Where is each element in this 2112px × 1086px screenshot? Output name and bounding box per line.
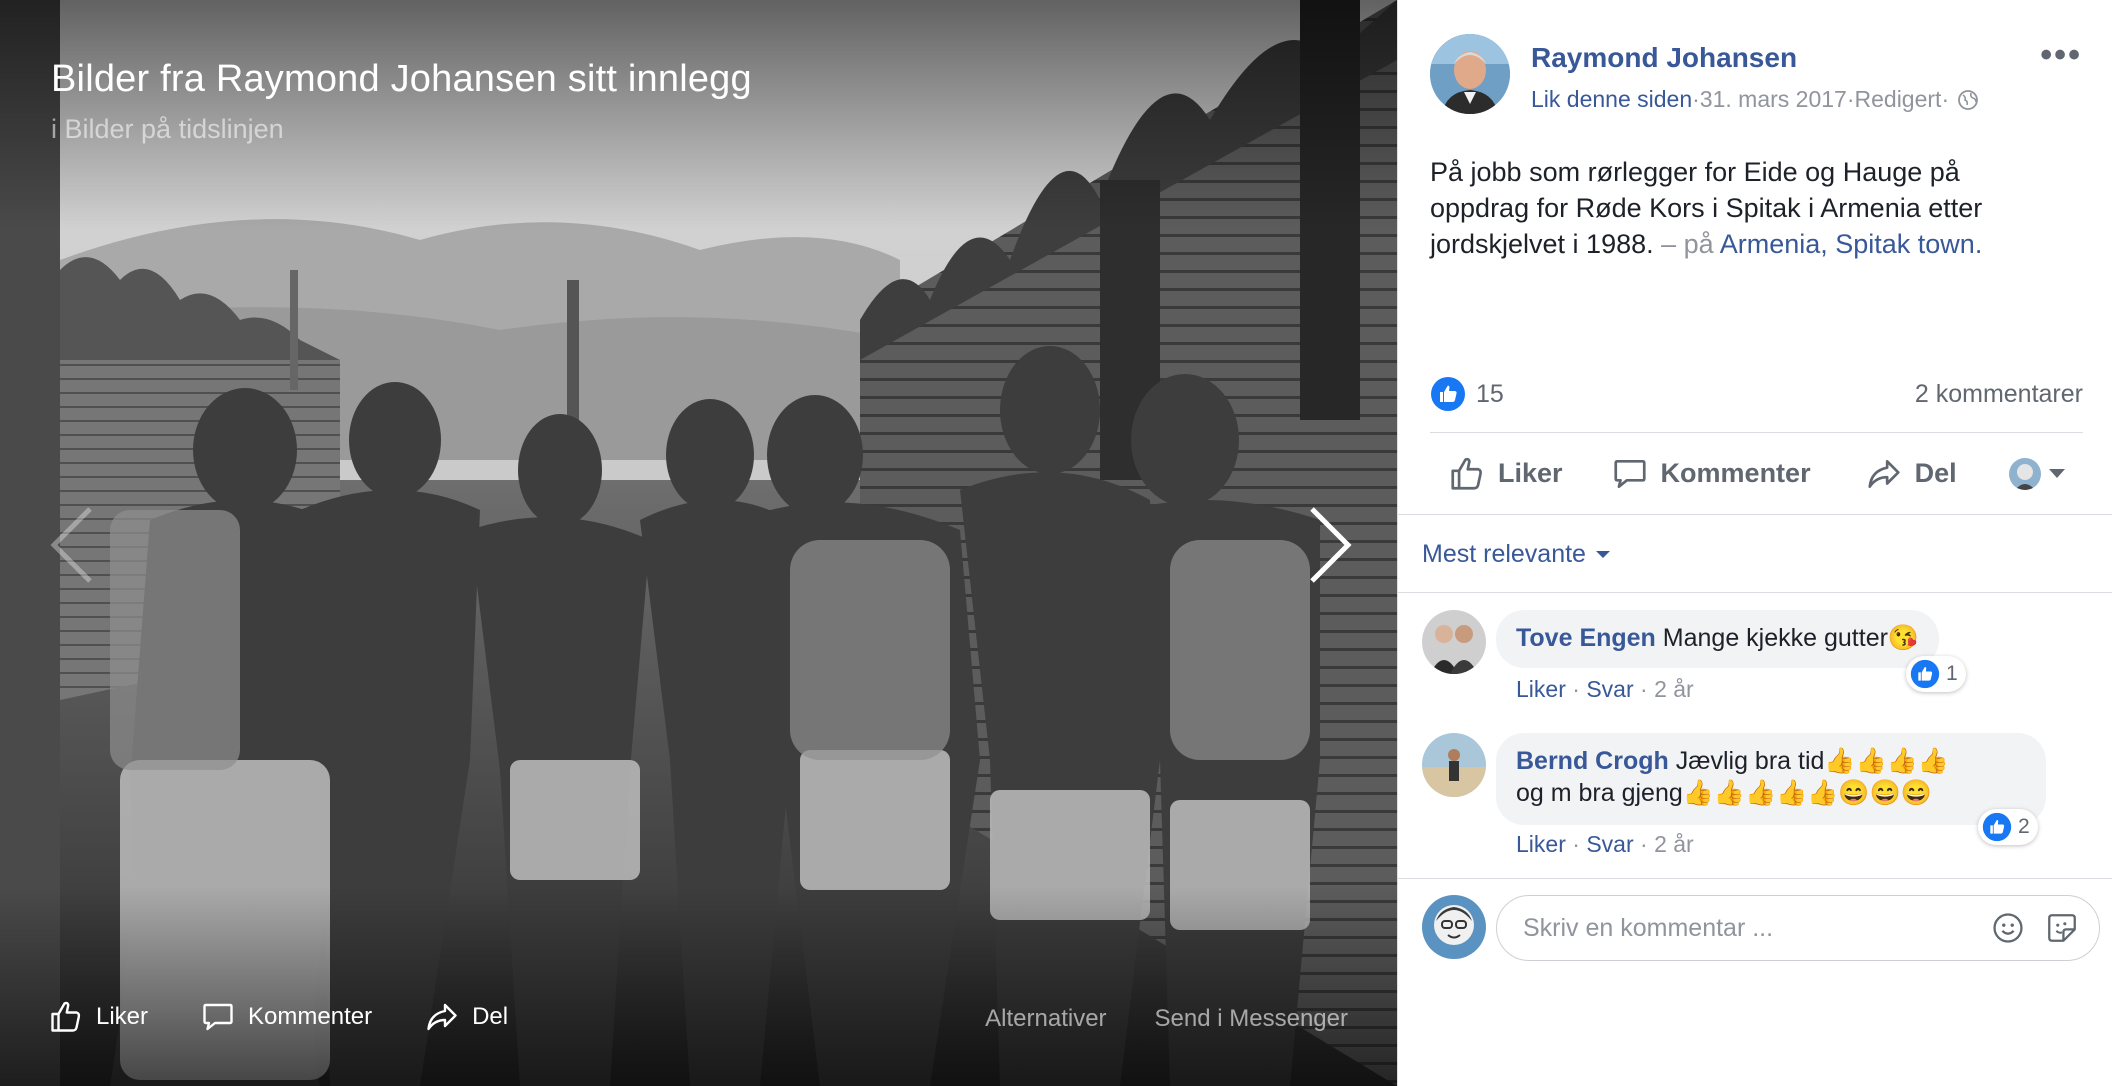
sticker-icon[interactable] (2045, 911, 2079, 945)
caret-down-icon (2049, 469, 2065, 478)
like-count-button[interactable]: 15 (1430, 376, 1504, 412)
link-separator: · (1633, 676, 1655, 702)
comment-actions: Liker · Svar · 2 år (1516, 676, 1694, 703)
photo-viewer: Bilder fra Raymond Johansen sitt innlegg… (0, 0, 1397, 1086)
like-button[interactable]: Liker (1448, 455, 1563, 493)
post-text: På jobb som rørlegger for Eide og Hauge … (1430, 154, 2060, 262)
commenter-name-link[interactable]: Bernd Crogh (1516, 747, 1669, 775)
link-separator: · (1633, 831, 1655, 857)
share-icon (427, 1003, 457, 1031)
comment-count-link[interactable]: 2 kommentarer (1915, 380, 2083, 409)
post-meta: Lik denne siden · 31. mars 2017 · Redige… (1531, 86, 1979, 113)
comment-age[interactable]: 2 år (1654, 831, 1694, 857)
comment-text-line-2: og m bra gjeng👍👍👍👍👍😄😄😄 (1516, 779, 1932, 807)
like-count: 15 (1476, 379, 1504, 408)
reaction-count: 2 (2018, 815, 2030, 838)
post-panel: Raymond Johansen Lik denne siden · 31. m… (1397, 0, 2112, 1086)
comment-icon (1613, 459, 1646, 488)
options-button[interactable]: Alternativer (985, 1005, 1106, 1033)
commenter-avatar[interactable] (1422, 610, 1486, 674)
comment-composer (1496, 895, 2100, 961)
commenter-name-link[interactable]: Tove Engen (1516, 624, 1656, 652)
reactions-summary: 15 2 kommentarer (1430, 372, 2083, 416)
viewer-comment-label: Kommenter (248, 1003, 373, 1030)
comment-like-link[interactable]: Liker (1516, 831, 1566, 857)
meta-separator: · (1846, 86, 1855, 112)
like-label: Liker (1498, 458, 1563, 488)
comment-actions: Liker · Svar · 2 år (1516, 831, 1694, 858)
comment-text-line-1: Jævlig bra tid👍👍👍👍 (1675, 747, 1949, 775)
viewer-like-button[interactable]: Liker (48, 999, 148, 1035)
viewer-comment-button[interactable]: Kommenter (200, 999, 372, 1035)
comment-bubble: Bernd Crogh Jævlig bra tid👍👍👍👍 og m bra … (1496, 733, 2046, 825)
viewer-avatar-small (2009, 457, 2041, 490)
viewer-title: Bilder fra Raymond Johansen sitt innlegg (51, 58, 752, 100)
meta-separator: · (1941, 86, 1950, 112)
like-reaction-icon (1982, 812, 2012, 842)
location-link[interactable]: Armenia, Spitak town. (1720, 229, 1983, 259)
comment-button[interactable]: Kommenter (1611, 455, 1811, 493)
comment-input[interactable] (1523, 913, 1971, 943)
viewer-like-label: Liker (96, 1003, 149, 1030)
divider (1398, 514, 2112, 515)
comment-reaction-count[interactable]: 2 (1978, 809, 2038, 845)
edited-label[interactable]: Redigert (1855, 86, 1942, 113)
link-separator: · (1565, 676, 1587, 702)
comment-reaction-count[interactable]: 1 (1906, 656, 1966, 692)
author-avatar[interactable] (1430, 34, 1510, 114)
post-date-link[interactable]: 31. mars 2017 (1700, 86, 1847, 113)
comment-label: Kommenter (1660, 458, 1811, 488)
chevron-right-icon (1310, 507, 1352, 583)
share-icon (1867, 459, 1900, 488)
thumbs-up-icon (51, 1001, 81, 1032)
comment-icon (203, 1003, 233, 1031)
react-as-selector[interactable] (2009, 457, 2065, 490)
viewer-action-bar: Liker Kommenter Del (48, 995, 560, 1039)
caret-down-icon (1595, 551, 1610, 558)
comment-text: Mange kjekke gutter😘 (1662, 624, 1920, 652)
send-in-messenger-button[interactable]: Send i Messenger (1155, 1005, 1348, 1033)
chevron-left-icon (50, 507, 92, 583)
comment-age[interactable]: 2 år (1654, 676, 1694, 702)
sort-label: Mest relevante (1422, 540, 1586, 568)
link-separator: · (1565, 831, 1587, 857)
divider (1398, 592, 2112, 593)
comment-sort-dropdown[interactable]: Mest relevante (1422, 540, 1610, 569)
actions-overlay (0, 886, 1397, 1086)
like-reaction-icon (1431, 377, 1465, 411)
comment-item: Tove Engen Mange kjekke gutter😘 1 Liker … (1422, 610, 2082, 720)
location-prefix: – på (1653, 229, 1720, 259)
meta-separator: · (1692, 86, 1700, 112)
reaction-count: 1 (1946, 662, 1958, 685)
comment-bubble: Tove Engen Mange kjekke gutter😘 (1496, 610, 1940, 668)
album-link[interactable]: i Bilder på tidslinjen (51, 114, 284, 145)
comment-reply-link[interactable]: Svar (1586, 676, 1633, 702)
comment-item: Bernd Crogh Jævlig bra tid👍👍👍👍 og m bra … (1422, 733, 2082, 863)
thumbs-up-icon (1451, 457, 1482, 490)
share-label: Del (1914, 458, 1957, 488)
like-reaction-icon (1910, 659, 1940, 689)
comment-like-link[interactable]: Liker (1516, 676, 1566, 702)
emoji-icon[interactable] (1991, 911, 2025, 945)
comment-reply-link[interactable]: Svar (1586, 831, 1633, 857)
globe-icon[interactable] (1957, 89, 1979, 111)
viewer-secondary-actions: Alternativer Send i Messenger (937, 1005, 1348, 1033)
viewer-avatar (1422, 895, 1486, 959)
author-name-link[interactable]: Raymond Johansen (1531, 42, 1797, 74)
commenter-avatar[interactable] (1422, 733, 1486, 797)
like-page-link[interactable]: Lik denne siden (1531, 86, 1692, 113)
share-button[interactable]: Del (1865, 455, 1957, 493)
more-options-button[interactable]: ••• (2040, 36, 2082, 75)
viewer-share-label: Del (472, 1003, 509, 1030)
post-action-bar: Liker Kommenter Del (1430, 432, 2083, 514)
next-photo-button[interactable] (1304, 505, 1354, 585)
viewer-share-button[interactable]: Del (424, 999, 508, 1035)
previous-photo-button[interactable] (48, 505, 98, 585)
